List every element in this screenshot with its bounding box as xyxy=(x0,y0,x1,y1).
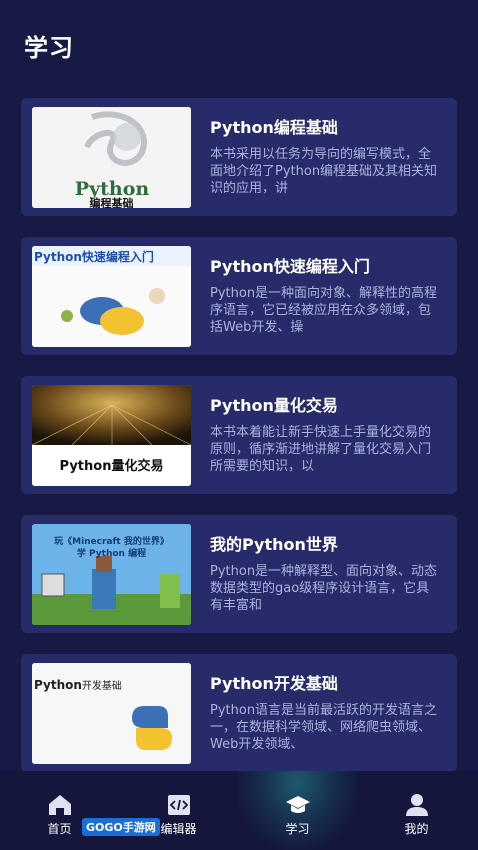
code-icon xyxy=(167,795,190,815)
book-description: Python是一种解释型、面向对象、动态数据类型的gao级程序设计语言，它具有丰… xyxy=(210,564,438,613)
tab-study[interactable]: 学习 xyxy=(238,771,357,850)
book-cover: Python量化交易 xyxy=(32,385,191,486)
book-title: 我的Python世界 xyxy=(210,535,338,554)
book-description: 本书采用以任务为导向的编写模式，全面地介绍了Python编程基础及其相关知识的应… xyxy=(210,147,438,196)
book-card[interactable]: Python快速编程入门 Python快速编程入门 Python是一种面向对象、… xyxy=(21,237,457,355)
tab-home[interactable]: 首页 xyxy=(0,771,119,850)
cover-title: Python快速编程入门 xyxy=(34,250,154,264)
cover-title: Python开发基础 xyxy=(34,678,122,692)
book-cover: 玩《Minecraft 我的世界》 学 Python 编程 xyxy=(32,524,191,625)
book-card[interactable]: 玩《Minecraft 我的世界》 学 Python 编程 我的Python世界… xyxy=(21,515,457,633)
cover-subtitle: 编程基础 xyxy=(89,197,134,208)
book-description: 本书本着能让新手快速上手量化交易的原则，循序渐进地讲解了量化交易入门所需要的知识… xyxy=(210,425,432,474)
tab-label: 学习 xyxy=(285,822,310,836)
cover-title: Python量化交易 xyxy=(59,459,164,474)
graduation-cap-icon xyxy=(285,796,310,813)
book-title: Python量化交易 xyxy=(210,396,338,415)
book-cover: Python快速编程入门 xyxy=(32,246,191,347)
book-title: Python编程基础 xyxy=(210,118,338,137)
watermark-logo: GOGO手游网 xyxy=(82,818,160,836)
book-description: Python语言是当前最活跃的开发语言之一，在数据科学领域、网络爬虫领域、Web… xyxy=(210,703,438,752)
tab-label: 编辑器 xyxy=(160,822,197,836)
book-description: Python是一种面向对象、解释性的高程序语言，它已经被应用在众多领域，包括We… xyxy=(210,286,438,335)
book-title: Python快速编程入门 xyxy=(210,257,370,276)
user-icon xyxy=(405,794,428,816)
cover-subtitle: 学 Python 编程 xyxy=(76,549,147,559)
bottom-tab-bar: 首页 编辑器 学习 我的 xyxy=(0,771,478,850)
tab-editor[interactable]: 编辑器 xyxy=(119,771,238,850)
book-card[interactable]: Python量化交易 Python量化交易 本书本着能让新手快速上手量化交易的原… xyxy=(21,376,457,494)
book-card[interactable]: Python开发基础 Python开发基础 Python语言是当前最活跃的开发语… xyxy=(21,654,457,772)
page-title: 学习 xyxy=(24,34,74,62)
book-cover: Python 编程基础 xyxy=(32,107,191,208)
tab-label: 首页 xyxy=(47,822,72,836)
tab-label: 我的 xyxy=(404,822,429,836)
book-card[interactable]: Python 编程基础 Python编程基础 本书采用以任务为导向的编写模式，全… xyxy=(21,98,457,216)
book-list: Python 编程基础 Python编程基础 本书采用以任务为导向的编写模式，全… xyxy=(21,98,457,793)
tab-profile[interactable]: 我的 xyxy=(357,771,476,850)
home-icon xyxy=(48,795,71,815)
book-cover: Python开发基础 xyxy=(32,663,191,764)
book-title: Python开发基础 xyxy=(210,674,338,693)
